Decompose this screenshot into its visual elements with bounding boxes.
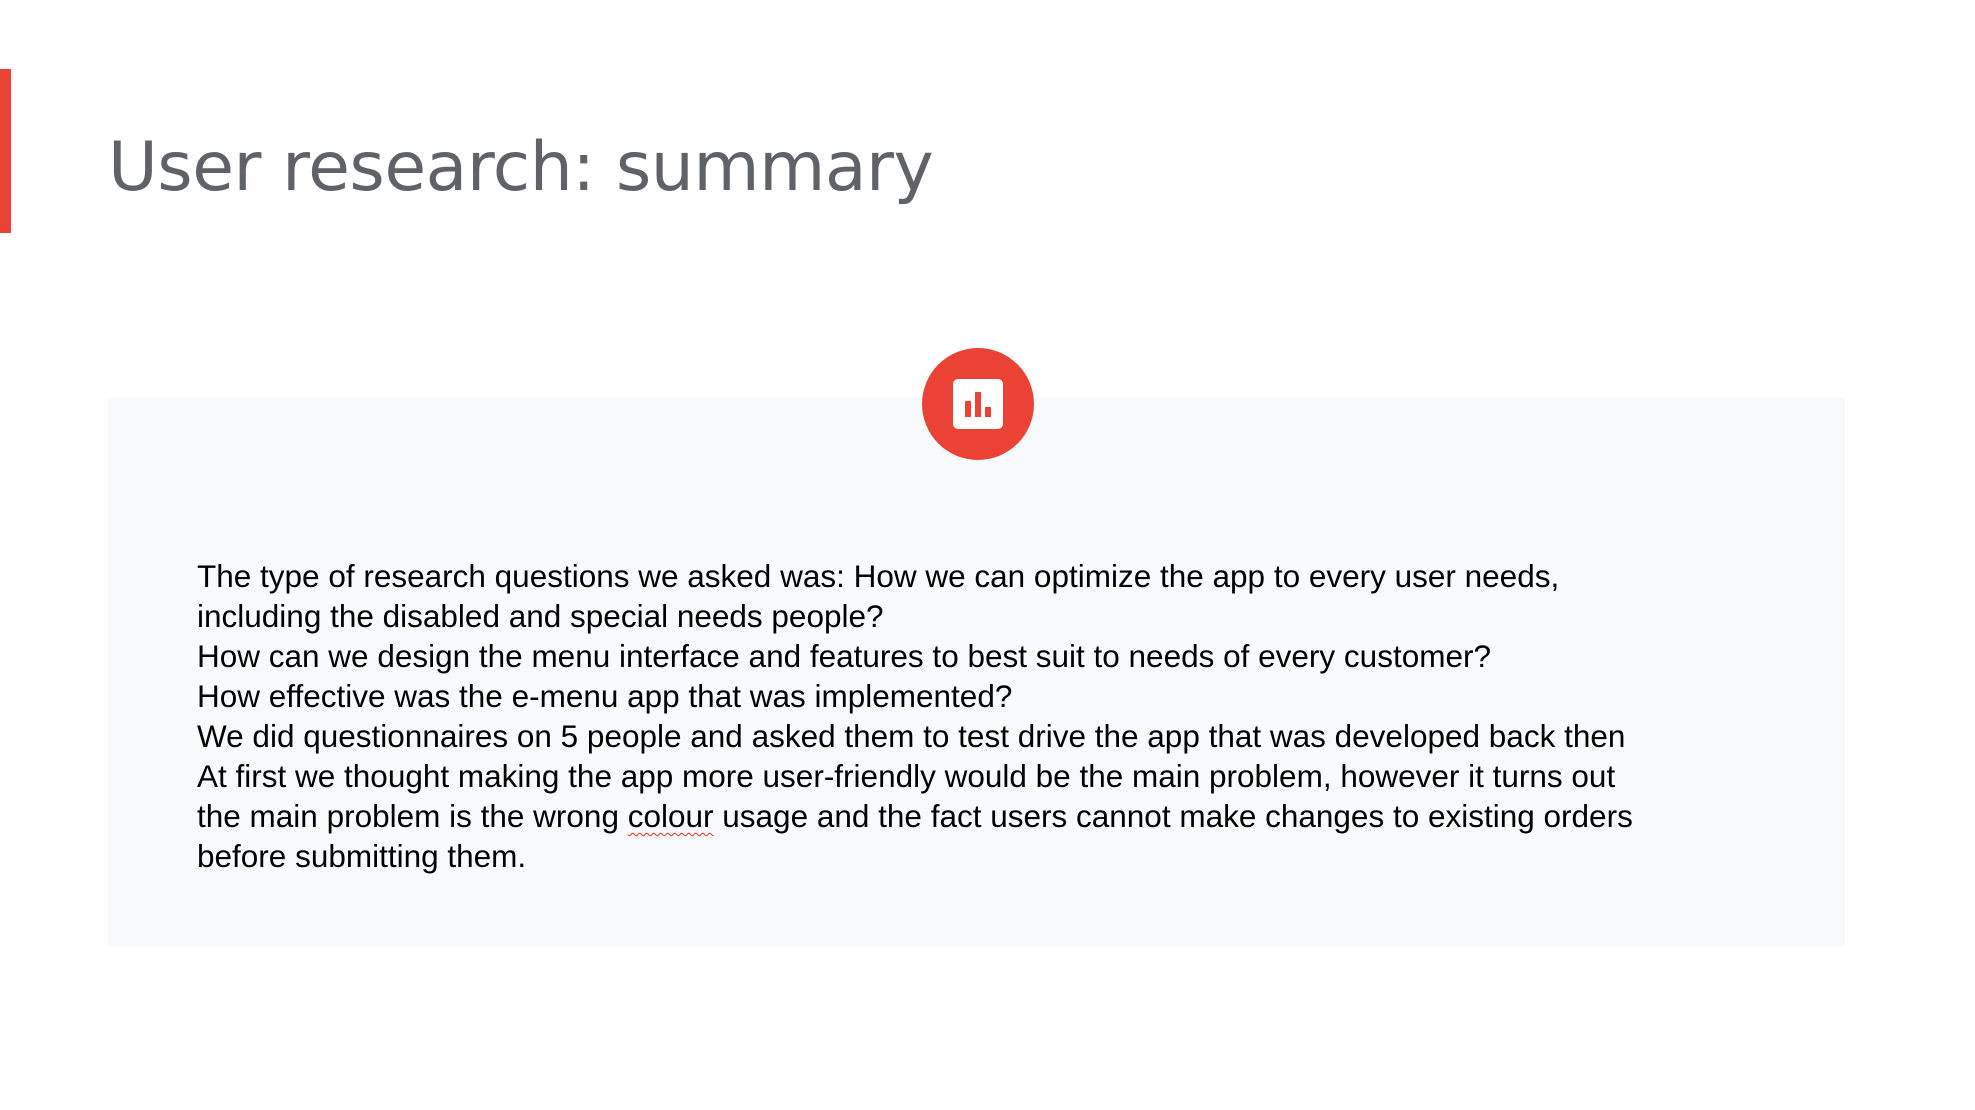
summary-line: We did questionnaires on 5 people and as… [197, 718, 1626, 754]
misspelled-word: colour [627, 798, 714, 834]
summary-line: the main problem is the wrong colour usa… [197, 796, 1757, 836]
summary-text: The type of research questions we asked … [197, 556, 1757, 876]
summary-line: including the disabled and special needs… [197, 598, 884, 634]
bar-chart-badge [922, 348, 1034, 460]
bar-chart-icon [953, 379, 1003, 429]
summary-line-part: the main problem is the wrong [197, 798, 628, 834]
summary-line: At first we thought making the app more … [197, 758, 1616, 794]
slide-title: User research: summary [108, 128, 934, 207]
summary-line: The type of research questions we asked … [197, 558, 1560, 594]
title-accent-bar [0, 69, 11, 233]
summary-line: before submitting them. [197, 838, 527, 874]
summary-line-part: usage and the fact users cannot make cha… [713, 798, 1633, 834]
summary-line: How effective was the e-menu app that wa… [197, 678, 1013, 714]
slide: User research: summary The type of resea… [0, 0, 1975, 1110]
summary-line: How can we design the menu interface and… [197, 638, 1491, 674]
bar-chart-glyph [965, 392, 991, 417]
